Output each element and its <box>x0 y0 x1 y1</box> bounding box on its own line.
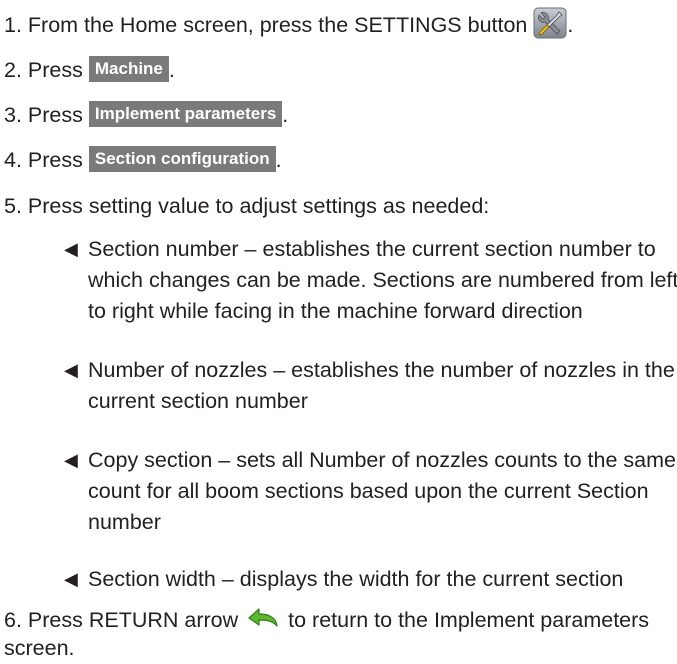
step-number: 2. <box>4 58 22 82</box>
bullet-line: to right while facing in the machine for… <box>88 299 583 323</box>
step-2: 2. Press Machine. <box>4 55 175 86</box>
step-number: 1. <box>4 13 22 37</box>
step-6-continuation: screen. <box>4 633 75 664</box>
section-configuration-button: Section configuration <box>88 146 276 173</box>
bullet-line: Copy section – sets all Number of nozzle… <box>88 448 676 472</box>
step-text: Press RETURN arrow <box>27 608 239 632</box>
bullet-line: Section number – establishes the current… <box>88 237 656 261</box>
bullet-number-of-nozzles: ◀ Number of nozzles – establishes the nu… <box>64 355 675 417</box>
bullet-line: Section width – displays the width for t… <box>88 567 624 591</box>
bullet-triangle-icon: ◀ <box>64 239 78 259</box>
bullet-line: Number of nozzles – establishes the numb… <box>88 358 675 382</box>
step-text: to return to the Implement parameters <box>288 608 650 632</box>
bullet-copy-section: ◀ Copy section – sets all Number of nozz… <box>64 445 676 538</box>
step-punct: . <box>168 58 175 82</box>
bullet-line: which changes can be made. Sections are … <box>88 268 677 292</box>
step-punct: . <box>282 103 289 127</box>
return-arrow-icon <box>246 606 280 630</box>
step-text: Press <box>27 148 83 172</box>
bullet-triangle-icon: ◀ <box>64 569 78 589</box>
step-3: 3. Press Implement parameters. <box>4 100 288 131</box>
step-punct: . <box>567 13 574 37</box>
step-5: 5. Press setting value to adjust setting… <box>4 191 489 222</box>
step-text: From the Home screen, press the SETTINGS… <box>27 13 528 37</box>
settings-tools-icon <box>533 7 567 39</box>
step-text: Press setting value to adjust settings a… <box>27 194 490 218</box>
machine-button: Machine <box>88 56 169 83</box>
step-text: Press <box>27 58 83 82</box>
step-number: 4. <box>4 148 22 172</box>
step-number: 5. <box>4 194 22 218</box>
step-6: 6. Press RETURN arrow to return to the I… <box>4 605 649 636</box>
step-1: 1. From the Home screen, press the SETTI… <box>4 7 574 42</box>
bullet-triangle-icon: ◀ <box>64 450 78 470</box>
step-4: 4. Press Section configuration. <box>4 145 282 176</box>
bullet-line: current section number <box>88 389 308 413</box>
step-text: Press <box>27 103 83 127</box>
step-punct: . <box>275 148 282 172</box>
implement-parameters-button: Implement parameters <box>88 101 283 128</box>
step-number: 3. <box>4 103 22 127</box>
bullet-section-width: ◀ Section width – displays the width for… <box>64 564 669 595</box>
bullet-triangle-icon: ◀ <box>64 360 78 380</box>
bullet-line: count for all boom sections based upon t… <box>88 479 649 503</box>
step-number: 6. <box>4 608 22 632</box>
bullet-section-number: ◀ Section number – establishes the curre… <box>64 234 677 327</box>
bullet-line: number <box>88 510 161 534</box>
step-text: screen. <box>4 636 75 660</box>
